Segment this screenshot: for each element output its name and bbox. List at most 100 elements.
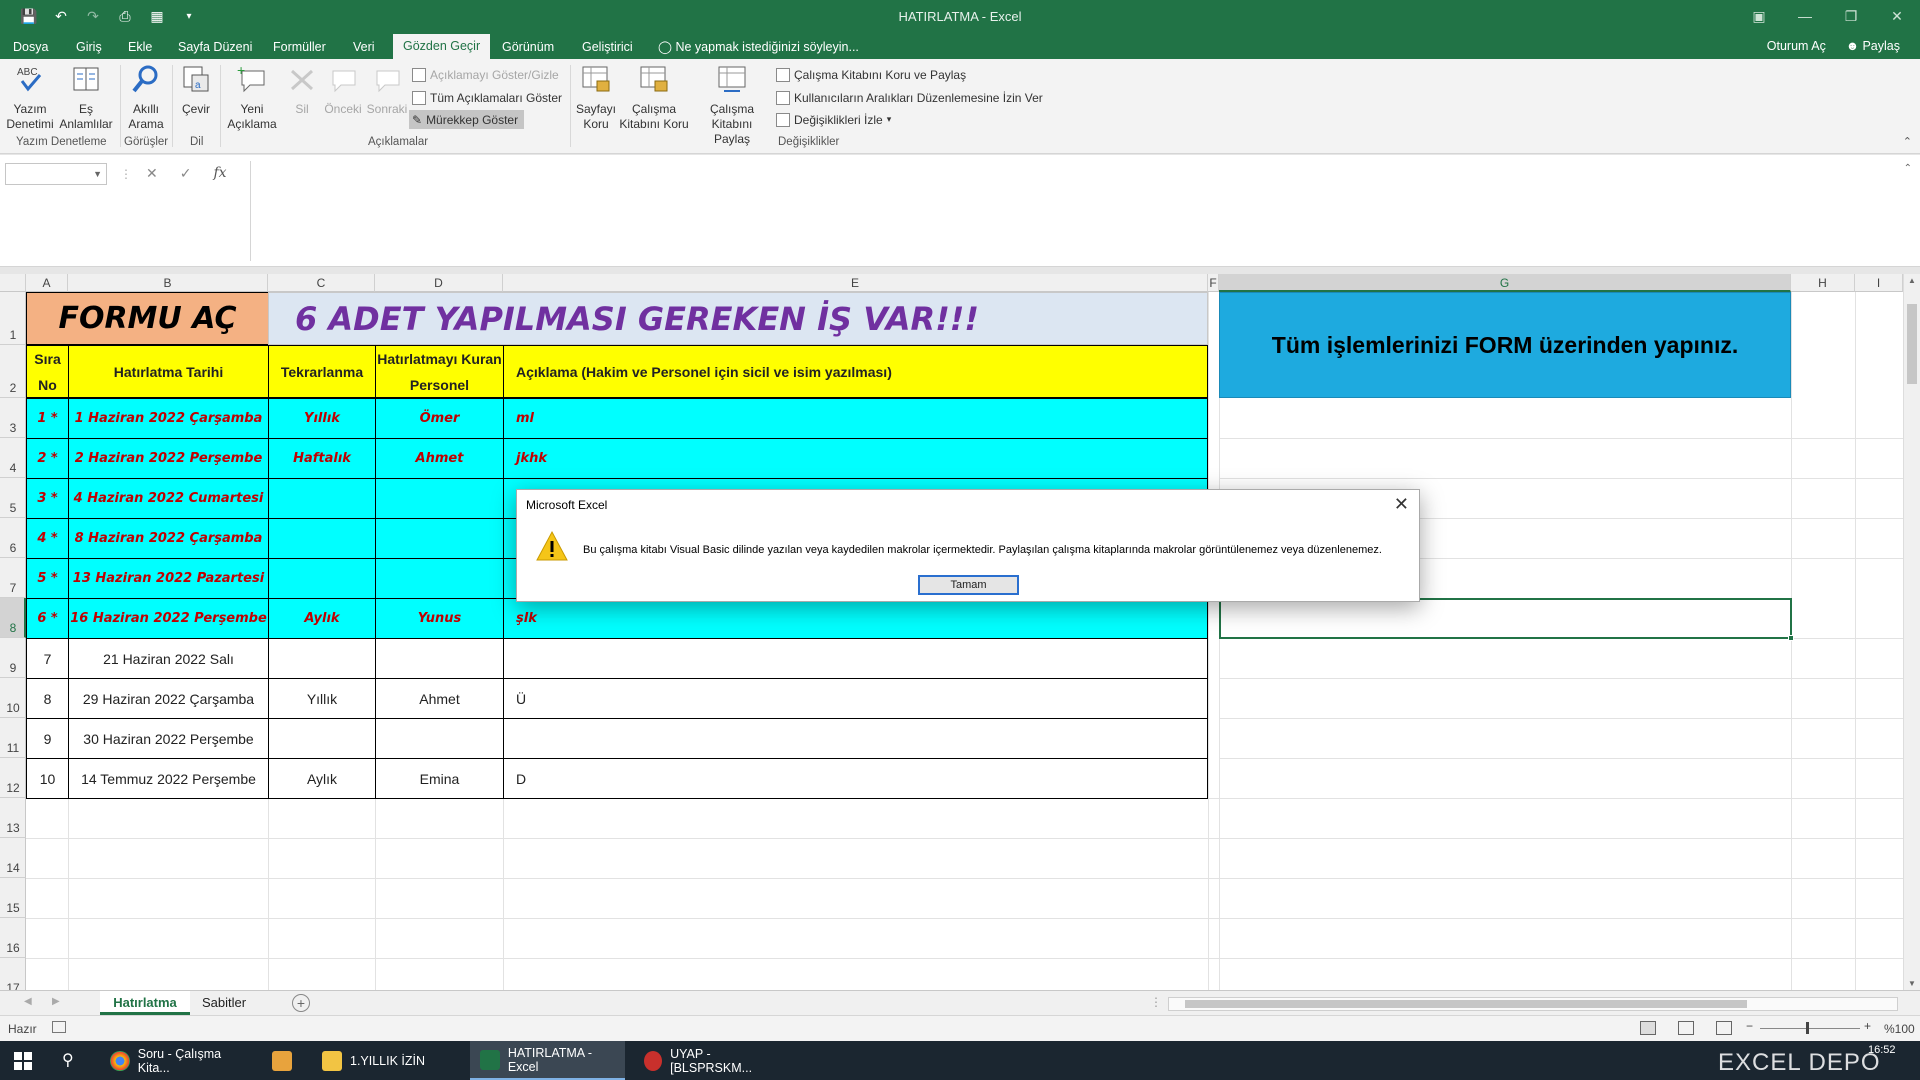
cell-reminder-date[interactable]: 16 Haziran 2022 Perşembe <box>68 598 269 639</box>
search-icon[interactable]: ⚲ <box>62 1050 74 1070</box>
tab-insert[interactable]: Ekle <box>118 37 162 59</box>
cell-sira-no[interactable]: 3 * <box>26 478 69 519</box>
column-header-f[interactable]: F <box>1208 274 1219 292</box>
next-comment-button[interactable]: Sonraki <box>366 63 408 117</box>
cell-sira-no[interactable]: 8 <box>26 678 69 719</box>
cell-description[interactable]: jkhk <box>503 438 1208 479</box>
tab-review[interactable]: Gözden Geçir <box>393 34 491 59</box>
row-header[interactable]: 4 <box>0 438 26 478</box>
page-layout-icon[interactable] <box>1678 1021 1694 1035</box>
cell-repeat[interactable]: Yıllık <box>268 398 376 439</box>
vertical-scroll-thumb[interactable] <box>1907 304 1917 384</box>
row-header[interactable]: 17 <box>0 958 26 990</box>
tab-home[interactable]: Giriş <box>66 37 112 59</box>
sheet-tab-hatirlatma[interactable]: Hatırlatma <box>100 991 190 1015</box>
allow-edit-ranges-button[interactable]: Kullanıcıların Aralıkları Düzenlemesine … <box>776 88 1043 107</box>
cell-repeat[interactable] <box>268 718 376 759</box>
taskbar-excel[interactable]: HATIRLATMA - Excel <box>470 1041 625 1080</box>
cell-sira-no[interactable]: 1 * <box>26 398 69 439</box>
collapse-formula-icon[interactable]: ⌃ <box>1904 163 1912 174</box>
cell-reminder-date[interactable]: 14 Temmuz 2022 Perşembe <box>68 758 269 799</box>
cell-description[interactable] <box>503 718 1208 759</box>
cell-created-by[interactable] <box>375 558 504 599</box>
zoom-slider-thumb[interactable] <box>1806 1022 1809 1034</box>
cell-repeat[interactable] <box>268 638 376 679</box>
show-all-comments-button[interactable]: Tüm Açıklamaları Göster <box>412 88 562 107</box>
share-workbook-button[interactable]: Çalışma Kitabını Paylaş <box>692 63 772 147</box>
scroll-up-icon[interactable]: ▲ <box>1908 276 1916 285</box>
cell-repeat[interactable]: Aylık <box>268 758 376 799</box>
vertical-scrollbar[interactable]: ▲ ▼ <box>1903 274 1920 990</box>
page-break-preview-icon[interactable] <box>1716 1021 1732 1035</box>
cell-repeat[interactable]: Yıllık <box>268 678 376 719</box>
row-header[interactable]: 16 <box>0 918 26 958</box>
form-open-button[interactable]: FORMU AÇ <box>26 292 268 345</box>
cell-repeat[interactable] <box>268 558 376 599</box>
cell-reminder-date[interactable]: 29 Haziran 2022 Çarşamba <box>68 678 269 719</box>
prev-sheet-icon[interactable]: ◀ <box>24 996 32 1007</box>
tab-developer[interactable]: Geliştirici <box>572 37 643 59</box>
protect-sheet-button[interactable]: Sayfayı Koru <box>574 63 618 132</box>
track-changes-button[interactable]: Değişiklikleri İzle ▾ <box>776 110 891 129</box>
smart-lookup-button[interactable]: Akıllı Arama <box>124 63 168 132</box>
taskbar-chrome[interactable]: Soru - Çalışma Kita... <box>100 1041 255 1080</box>
normal-view-icon[interactable] <box>1640 1021 1656 1035</box>
worksheet-grid[interactable]: A B C D E F G H I 1 2 3 4 5 6 7 8 9 10 1… <box>0 274 1920 990</box>
row-header[interactable]: 3 <box>0 398 26 438</box>
row-header[interactable]: 13 <box>0 798 26 838</box>
cell-created-by[interactable]: Ahmet <box>375 678 504 719</box>
scroll-down-icon[interactable]: ▼ <box>1908 979 1916 988</box>
tab-file[interactable]: Dosya <box>3 37 58 59</box>
fill-handle[interactable] <box>1788 635 1794 641</box>
column-header-c[interactable]: C <box>268 274 375 292</box>
tab-data[interactable]: Veri <box>343 37 385 59</box>
ribbon-display-icon[interactable]: ▣ <box>1736 0 1782 32</box>
column-header-i[interactable]: I <box>1855 274 1903 292</box>
tab-split-handle[interactable]: ⋮ <box>1150 995 1162 1009</box>
cell-created-by[interactable] <box>375 478 504 519</box>
column-header-h[interactable]: H <box>1791 274 1855 292</box>
cell-reminder-date[interactable]: 30 Haziran 2022 Perşembe <box>68 718 269 759</box>
cell-created-by[interactable]: Yunus <box>375 598 504 639</box>
zoom-in-icon[interactable]: + <box>1864 1019 1871 1033</box>
taskbar-media-player[interactable] <box>262 1041 302 1080</box>
cell-created-by[interactable] <box>375 518 504 559</box>
collapse-ribbon-icon[interactable]: ⌃ <box>1903 135 1912 148</box>
row-header[interactable]: 1 <box>0 292 26 345</box>
close-icon[interactable]: ✕ <box>1394 494 1409 515</box>
cell-created-by[interactable] <box>375 638 504 679</box>
cell-description[interactable] <box>503 638 1208 679</box>
select-all-corner[interactable] <box>0 274 26 292</box>
cell-sira-no[interactable]: 6 * <box>26 598 69 639</box>
add-sheet-icon[interactable]: + <box>292 994 310 1012</box>
sheet-tab-sabitler[interactable]: Sabitler <box>192 991 256 1015</box>
zoom-slider[interactable] <box>1760 1028 1860 1029</box>
formula-input[interactable] <box>250 161 1912 261</box>
tab-page-layout[interactable]: Sayfa Düzeni <box>168 37 262 59</box>
cell-sira-no[interactable]: 2 * <box>26 438 69 479</box>
row-header[interactable]: 7 <box>0 558 26 598</box>
protect-workbook-button[interactable]: Çalışma Kitabını Koru <box>618 63 690 132</box>
cell-sira-no[interactable]: 7 <box>26 638 69 679</box>
cell-sira-no[interactable]: 4 * <box>26 518 69 559</box>
cell-repeat[interactable]: Haftalık <box>268 438 376 479</box>
tell-me-search[interactable]: ◯ Ne yapmak istediğinizi söyleyin... <box>658 39 859 54</box>
cell-reminder-date[interactable]: 21 Haziran 2022 Salı <box>68 638 269 679</box>
restore-icon[interactable]: ❐ <box>1828 0 1874 32</box>
horizontal-scrollbar[interactable] <box>1168 997 1898 1011</box>
taskbar-folder[interactable]: 1.YILLIK İZİN <box>312 1041 462 1080</box>
row-header[interactable]: 10 <box>0 678 26 718</box>
translate-button[interactable]: a Çevir <box>176 63 216 117</box>
row-header[interactable]: 8 <box>0 598 26 638</box>
column-header-a[interactable]: A <box>26 274 68 292</box>
cell-description[interactable]: şlk <box>503 598 1208 639</box>
next-sheet-icon[interactable]: ▶ <box>52 996 60 1007</box>
tab-formulas[interactable]: Formüller <box>263 37 336 59</box>
show-hide-comment-button[interactable]: Açıklamayı Göster/Gizle <box>412 65 559 84</box>
cell-sira-no[interactable]: 9 <box>26 718 69 759</box>
cell-repeat[interactable] <box>268 518 376 559</box>
tab-view[interactable]: Görünüm <box>492 37 564 59</box>
row-header[interactable]: 9 <box>0 638 26 678</box>
close-icon[interactable]: ✕ <box>1874 0 1920 32</box>
enter-icon[interactable]: ✓ <box>180 165 192 182</box>
